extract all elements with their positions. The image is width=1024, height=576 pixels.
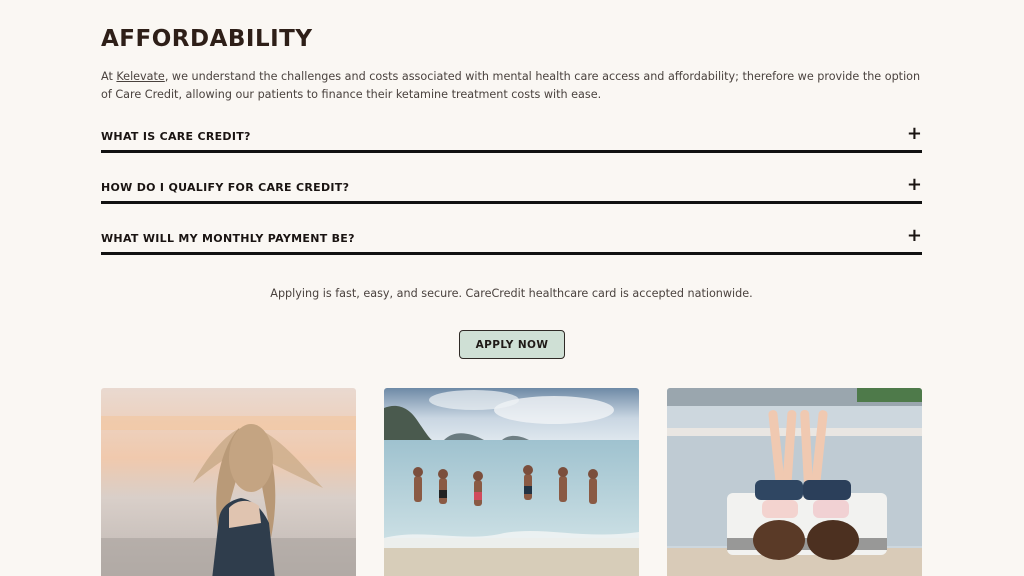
faq-item-monthly-payment[interactable]: WHAT WILL MY MONTHLY PAYMENT BE? + <box>101 219 922 255</box>
faq-question: WHAT WILL MY MONTHLY PAYMENT BE? <box>101 232 355 245</box>
women-lying-photo <box>667 388 922 576</box>
beach-people-photo <box>384 388 639 576</box>
plus-icon[interactable]: + <box>907 227 922 245</box>
apply-note: Applying is fast, easy, and secure. Care… <box>270 287 753 300</box>
faq-item-what-is-care-credit[interactable]: WHAT IS CARE CREDIT? + <box>101 117 922 153</box>
intro-suffix: , we understand the challenges and costs… <box>101 70 921 101</box>
faq-question: WHAT IS CARE CREDIT? <box>101 130 251 143</box>
plus-icon[interactable]: + <box>907 176 922 194</box>
kelevate-link[interactable]: Kelevate <box>116 70 164 83</box>
plus-icon[interactable]: + <box>907 125 922 143</box>
intro-prefix: At <box>101 70 117 83</box>
apply-now-button[interactable]: APPLY NOW <box>459 330 565 359</box>
woman-hair-photo <box>101 388 356 576</box>
page-title: AFFORDABILITY <box>101 26 313 52</box>
faq-item-how-to-qualify[interactable]: HOW DO I QUALIFY FOR CARE CREDIT? + <box>101 168 922 204</box>
intro-paragraph: At Kelevate, we understand the challenge… <box>101 68 922 104</box>
faq-question: HOW DO I QUALIFY FOR CARE CREDIT? <box>101 181 350 194</box>
